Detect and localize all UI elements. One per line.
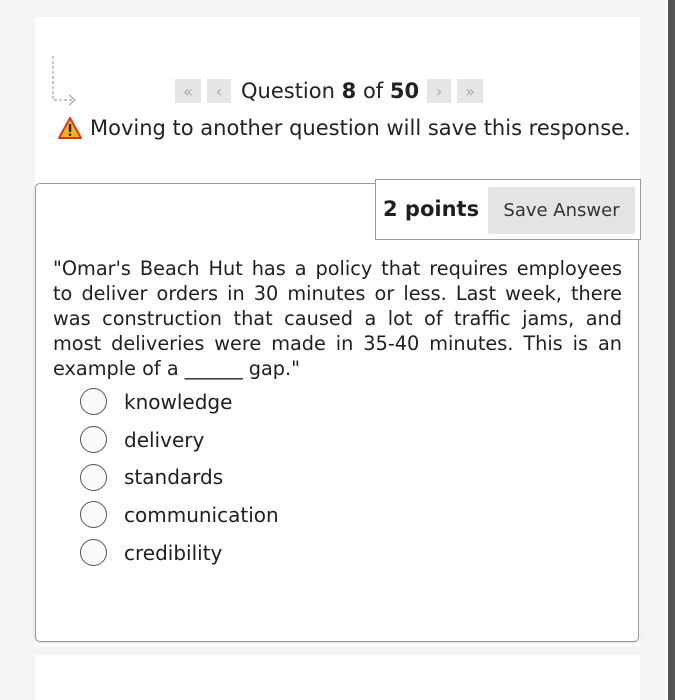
answer-options: knowledge delivery standards communicati… <box>80 383 279 571</box>
previous-question-button[interactable]: ‹ <box>207 79 231 103</box>
option-communication[interactable]: communication <box>80 496 279 534</box>
scrollbar[interactable] <box>668 0 675 700</box>
warning-text: Moving to another question will save thi… <box>90 116 631 140</box>
option-delivery[interactable]: delivery <box>80 421 279 459</box>
total-questions: 50 <box>389 79 420 103</box>
save-answer-button[interactable]: Save Answer <box>488 187 635 234</box>
option-label: delivery <box>124 427 205 452</box>
radio-button[interactable] <box>80 463 107 491</box>
question-navigation: « ‹ Question 8 of 50 › » <box>175 76 489 106</box>
chevron-left-icon: ‹ <box>215 81 223 101</box>
next-question-button[interactable]: › <box>427 79 452 103</box>
first-question-button[interactable]: « <box>175 79 201 103</box>
question-counter: Question 8 of 50 <box>241 79 419 103</box>
points-header: 2 points Save Answer <box>375 179 641 240</box>
points-label: 2 points <box>383 197 480 221</box>
option-label: credibility <box>124 540 223 565</box>
radio-button[interactable] <box>80 388 107 416</box>
save-warning: Moving to another question will save thi… <box>58 116 631 140</box>
next-card <box>35 655 640 700</box>
last-question-button[interactable]: » <box>457 79 484 103</box>
option-knowledge[interactable]: knowledge <box>80 383 279 421</box>
radio-button[interactable] <box>80 501 107 529</box>
double-chevron-left-icon: « <box>183 81 193 101</box>
option-label: standards <box>124 465 224 490</box>
current-question-number: 8 <box>341 79 357 103</box>
double-chevron-right-icon: » <box>465 81 475 101</box>
warning-icon <box>58 117 82 139</box>
radio-button[interactable] <box>80 539 107 567</box>
of-word: of <box>362 79 384 103</box>
option-label: communication <box>124 502 279 527</box>
question-word: Question <box>241 79 335 103</box>
radio-button[interactable] <box>80 426 107 454</box>
question-text: "Omar's Beach Hut has a policy that requ… <box>53 257 622 380</box>
option-credibility[interactable]: credibility <box>80 534 279 572</box>
option-label: knowledge <box>124 389 233 414</box>
chevron-right-icon: › <box>435 81 443 101</box>
indent-arrow-icon <box>52 56 77 106</box>
option-standards[interactable]: standards <box>80 458 279 496</box>
